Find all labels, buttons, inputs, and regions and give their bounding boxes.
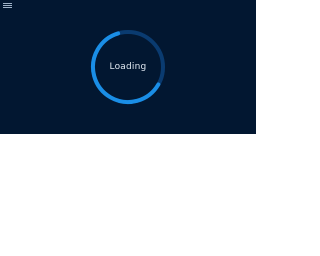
hamburger-menu-icon[interactable]: [3, 2, 12, 9]
loading-screen: Loading: [0, 0, 256, 134]
loading-spinner: Loading: [90, 29, 166, 105]
blank-content-area: [0, 134, 256, 256]
page: Loading: [0, 0, 256, 256]
loading-label: Loading: [109, 62, 147, 72]
